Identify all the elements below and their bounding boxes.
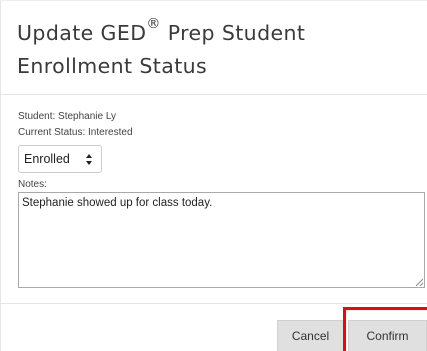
dialog-footer: Cancel Confirm	[0, 303, 427, 351]
enrollment-status-dialog: Update GED® Prep Student Enrollment Stat…	[0, 0, 427, 351]
resize-grip-icon[interactable]	[415, 278, 423, 286]
notes-label: Notes:	[18, 179, 47, 190]
current-status: Current Status: Interested	[18, 127, 133, 138]
dialog-header: Update GED® Prep Student Enrollment Stat…	[0, 0, 427, 95]
status-select-value: Enrolled	[24, 152, 70, 166]
notes-text: Stephanie showed up for class today.	[22, 197, 213, 209]
notes-textarea[interactable]: Stephanie showed up for class today.	[18, 192, 425, 288]
dialog-title: Update GED® Prep Student Enrollment Stat…	[17, 12, 417, 83]
student-name: Student: Stephanie Ly	[18, 111, 117, 122]
registered-mark: ®	[146, 16, 161, 32]
status-select[interactable]: Enrolled	[18, 145, 102, 173]
select-arrows-icon	[86, 154, 92, 165]
cancel-button[interactable]: Cancel	[277, 320, 344, 351]
confirm-button[interactable]: Confirm	[348, 320, 427, 351]
dialog-title-main: Update GED	[17, 20, 147, 45]
dialog-body: Student: Stephanie Ly Current Status: In…	[0, 95, 427, 303]
